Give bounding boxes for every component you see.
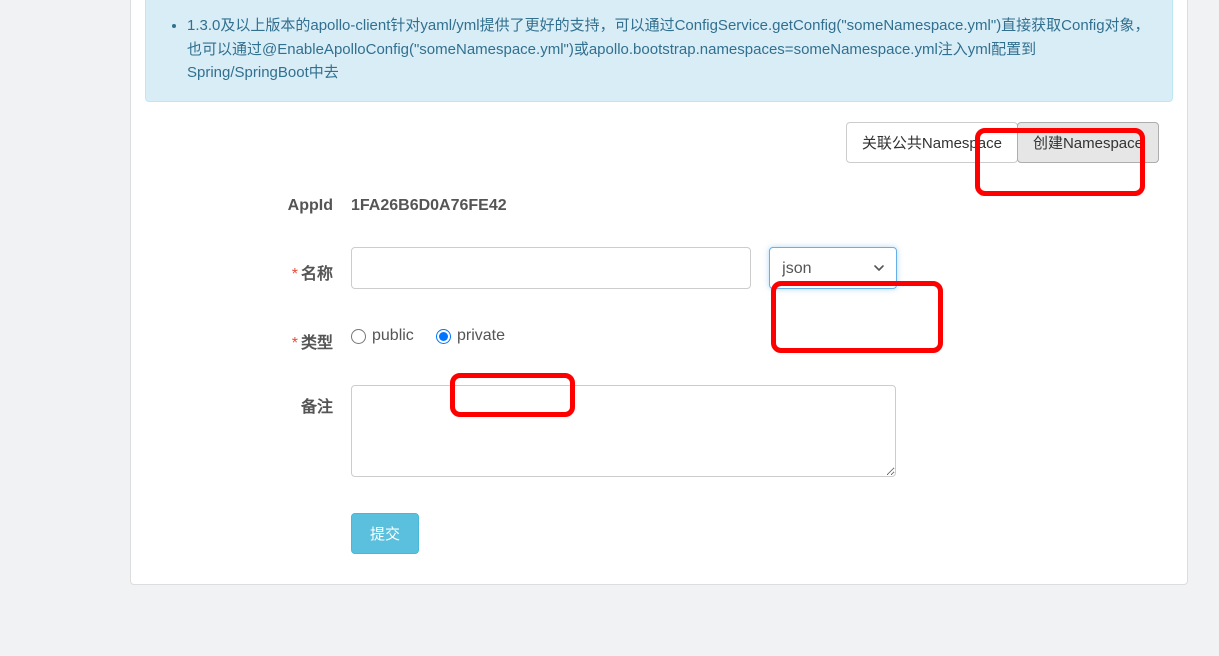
name-row: *名称 json: [151, 247, 1167, 289]
type-label: *类型: [151, 321, 351, 353]
info-bullet: 1.3.0及以上版本的apollo-client针对yaml/yml提供了更好的…: [187, 14, 1157, 84]
namespace-mode-toggle: 关联公共Namespace创建Namespace: [131, 122, 1159, 163]
remark-label: 备注: [151, 385, 351, 417]
appid-row: AppId 1FA26B6D0A76FE42: [151, 189, 1167, 215]
type-row: *类型 public private: [151, 321, 1167, 353]
create-namespace-button[interactable]: 创建Namespace: [1017, 122, 1159, 163]
radio-public-input[interactable]: [351, 329, 366, 344]
appid-value: 1FA26B6D0A76FE42: [351, 189, 1167, 215]
radio-public[interactable]: public: [351, 327, 414, 345]
submit-button[interactable]: 提交: [351, 513, 419, 554]
format-select[interactable]: json: [769, 247, 897, 289]
appid-label: AppId: [151, 189, 351, 215]
name-input[interactable]: [351, 247, 751, 289]
remark-textarea[interactable]: [351, 385, 896, 477]
link-public-namespace-button[interactable]: 关联公共Namespace: [846, 122, 1018, 163]
name-label: *名称: [151, 252, 351, 284]
radio-private-input[interactable]: [436, 329, 451, 344]
namespace-form: AppId 1FA26B6D0A76FE42 *名称 json *类型: [151, 189, 1167, 554]
create-namespace-panel: xxxxxxxxx 1.3.0及以上版本的apollo-client针对yaml…: [130, 0, 1188, 585]
remark-row: 备注: [151, 385, 1167, 481]
radio-private[interactable]: private: [436, 327, 505, 345]
info-alert: xxxxxxxxx 1.3.0及以上版本的apollo-client针对yaml…: [145, 0, 1173, 102]
